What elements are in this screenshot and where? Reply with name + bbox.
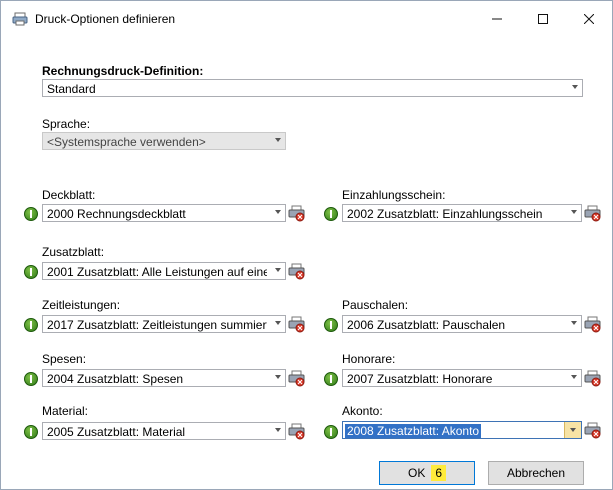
dialog-window: Druck-Optionen definieren Rechnungsdruck… — [0, 0, 613, 490]
deckblatt-value: 2000 Rechnungsdeckblatt — [47, 207, 186, 221]
title-bar: Druck-Optionen definieren — [1, 1, 612, 37]
printer-delete-icon[interactable] — [584, 421, 602, 439]
pauschalen-select[interactable]: 2006 Zusatzblatt: Pauschalen — [342, 315, 582, 333]
info-icon[interactable] — [24, 265, 38, 279]
pauschalen-label: Pauschalen: — [342, 298, 409, 312]
dialog-content: Rechnungsdruck-Definition: Standard Spra… — [1, 37, 612, 489]
material-value: 2005 Zusatzblatt: Material — [47, 425, 186, 439]
info-icon[interactable] — [24, 372, 38, 386]
spesen-value: 2004 Zusatzblatt: Spesen — [47, 372, 184, 386]
close-icon — [584, 14, 594, 24]
chevron-down-icon — [275, 428, 281, 432]
zusatzblatt-value: 2001 Zusatzblatt: Alle Leistungen auf ei… — [47, 265, 267, 279]
chevron-down-icon — [275, 138, 281, 142]
step-badge: 6 — [431, 465, 447, 481]
printer-delete-icon[interactable] — [288, 422, 306, 440]
info-icon[interactable] — [324, 372, 338, 386]
rechnungsdruck-label: Rechnungsdruck-Definition: — [42, 64, 204, 78]
zeitleistungen-value: 2017 Zusatzblatt: Zeitleistungen summier… — [47, 318, 267, 332]
maximize-button[interactable] — [520, 1, 566, 37]
zusatzblatt-label: Zusatzblatt: — [42, 245, 105, 259]
printer-delete-icon[interactable] — [288, 204, 306, 222]
printer-delete-icon[interactable] — [288, 262, 306, 280]
spesen-select[interactable]: 2004 Zusatzblatt: Spesen — [42, 369, 286, 387]
deckblatt-select[interactable]: 2000 Rechnungsdeckblatt — [42, 204, 286, 222]
rechnungsdruck-select[interactable]: Standard — [42, 79, 583, 97]
honorare-value: 2007 Zusatzblatt: Honorare — [347, 372, 493, 386]
chevron-down-icon — [275, 321, 281, 325]
close-button[interactable] — [566, 1, 612, 37]
window-title: Druck-Optionen definieren — [35, 12, 176, 26]
honorare-select[interactable]: 2007 Zusatzblatt: Honorare — [342, 369, 582, 387]
chevron-down-icon — [570, 428, 576, 432]
sprache-value: <Systemsprache verwenden> — [47, 135, 206, 149]
printer-delete-icon[interactable] — [584, 369, 602, 387]
info-icon[interactable] — [24, 425, 38, 439]
rechnungsdruck-value: Standard — [47, 82, 96, 96]
info-icon[interactable] — [324, 318, 338, 332]
printer-icon — [12, 12, 28, 26]
material-select[interactable]: 2005 Zusatzblatt: Material — [42, 422, 286, 440]
einzahlungsschein-label: Einzahlungsschein: — [342, 188, 446, 202]
printer-delete-icon[interactable] — [288, 369, 306, 387]
deckblatt-label: Deckblatt: — [42, 188, 96, 202]
chevron-down-icon — [571, 321, 577, 325]
akonto-value: 2008 Zusatzblatt: Akonto — [345, 424, 482, 438]
cancel-button[interactable]: Abbrechen — [488, 461, 584, 485]
sprache-label: Sprache: — [42, 117, 91, 131]
honorare-label: Honorare: — [342, 352, 396, 366]
einzahlungsschein-value: 2002 Zusatzblatt: Einzahlungsschein — [347, 207, 543, 221]
minimize-button[interactable] — [474, 1, 520, 37]
info-icon[interactable] — [24, 207, 38, 221]
printer-delete-icon[interactable] — [584, 315, 602, 333]
zeitleistungen-label: Zeitleistungen: — [42, 298, 121, 312]
printer-delete-icon[interactable] — [288, 315, 306, 333]
ok-label: OK — [407, 466, 426, 480]
chevron-down-icon — [571, 210, 577, 214]
zusatzblatt-select[interactable]: 2001 Zusatzblatt: Alle Leistungen auf ei… — [42, 262, 286, 280]
sprache-select: <Systemsprache verwenden> — [42, 132, 286, 150]
maximize-icon — [538, 14, 548, 24]
minimize-icon — [492, 18, 502, 20]
info-icon[interactable] — [24, 318, 38, 332]
chevron-down-icon — [275, 375, 281, 379]
chevron-down-icon — [275, 268, 281, 272]
spesen-label: Spesen: — [42, 352, 87, 366]
info-icon[interactable] — [324, 207, 338, 221]
ok-button[interactable]: OK 6 — [379, 461, 475, 485]
einzahlungsschein-select[interactable]: 2002 Zusatzblatt: Einzahlungsschein — [342, 204, 582, 222]
info-icon[interactable] — [324, 425, 338, 439]
material-label: Material: — [42, 404, 89, 418]
zeitleistungen-select[interactable]: 2017 Zusatzblatt: Zeitleistungen summier… — [42, 315, 286, 333]
pauschalen-value: 2006 Zusatzblatt: Pauschalen — [347, 318, 506, 332]
akonto-select[interactable]: 2008 Zusatzblatt: Akonto — [342, 421, 582, 439]
chevron-down-icon — [572, 85, 578, 89]
chevron-down-icon — [275, 210, 281, 214]
akonto-label: Akonto: — [342, 404, 383, 418]
dropdown-button[interactable] — [564, 422, 581, 438]
printer-delete-icon[interactable] — [584, 204, 602, 222]
chevron-down-icon — [571, 375, 577, 379]
